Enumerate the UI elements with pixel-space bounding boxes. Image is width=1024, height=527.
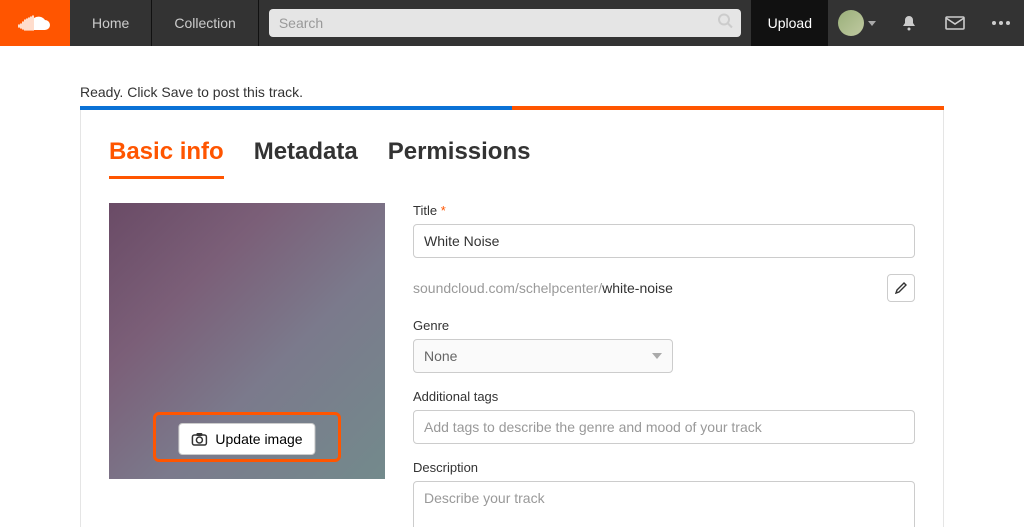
tags-label: Additional tags	[413, 389, 915, 404]
description-label: Description	[413, 460, 915, 475]
update-image-button[interactable]: Update image	[178, 423, 315, 455]
avatar	[838, 10, 864, 36]
nav-home[interactable]: Home	[70, 0, 152, 46]
nav-upload[interactable]: Upload	[752, 0, 828, 46]
description-textarea[interactable]	[413, 481, 915, 527]
top-nav: Home Collection Upload	[0, 0, 1024, 46]
tab-bar: Basic info Metadata Permissions	[109, 130, 915, 179]
upload-progress	[80, 106, 944, 110]
more-icon	[991, 20, 1011, 26]
notifications-button[interactable]	[886, 0, 932, 46]
soundcloud-logo[interactable]	[0, 0, 70, 46]
user-menu[interactable]	[828, 0, 886, 46]
track-form: Title * soundcloud.com/schelpcenter/whit…	[413, 203, 915, 527]
search-input[interactable]	[269, 9, 741, 37]
tags-input[interactable]	[413, 410, 915, 444]
edit-permalink-button[interactable]	[887, 274, 915, 302]
status-text: Ready. Click Save to post this track.	[0, 46, 1024, 106]
track-artwork: Update image	[109, 203, 385, 479]
chevron-down-icon	[652, 353, 662, 359]
update-image-label: Update image	[215, 431, 302, 447]
camera-icon	[191, 432, 207, 446]
permalink-display: soundcloud.com/schelpcenter/white-noise	[413, 280, 673, 296]
nav-collection[interactable]: Collection	[152, 0, 258, 46]
tab-permissions[interactable]: Permissions	[388, 130, 531, 179]
chevron-down-icon	[868, 21, 876, 26]
genre-label: Genre	[413, 318, 915, 333]
bell-icon	[900, 14, 918, 32]
mail-icon	[945, 16, 965, 30]
edit-panel: Basic info Metadata Permissions Update i…	[80, 110, 944, 527]
tab-metadata[interactable]: Metadata	[254, 130, 358, 179]
tab-basic-info[interactable]: Basic info	[109, 130, 224, 179]
genre-select[interactable]: None	[413, 339, 673, 373]
search-wrap	[259, 0, 752, 46]
messages-button[interactable]	[932, 0, 978, 46]
more-menu[interactable]	[978, 0, 1024, 46]
title-label: Title *	[413, 203, 915, 218]
search-icon	[717, 13, 733, 34]
pencil-icon	[894, 281, 908, 295]
title-input[interactable]	[413, 224, 915, 258]
genre-value: None	[424, 348, 457, 364]
